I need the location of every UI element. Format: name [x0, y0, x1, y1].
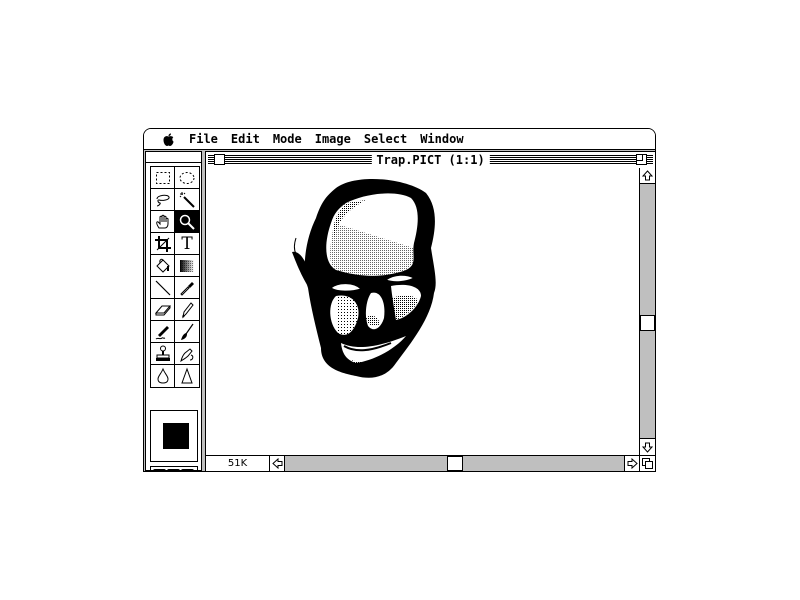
foreground-color-swatch[interactable]: [163, 423, 189, 449]
window-mode-icon: [154, 470, 165, 472]
blur-drop-icon: [156, 367, 169, 384]
menu-window[interactable]: Window: [420, 132, 463, 146]
horizontal-scroll-thumb[interactable]: [447, 456, 463, 471]
close-box-button[interactable]: [214, 154, 225, 165]
grow-box-button[interactable]: [639, 456, 655, 471]
tool-airbrush[interactable]: [151, 321, 175, 343]
tool-crop[interactable]: [151, 233, 175, 255]
airbrush-icon: [155, 325, 169, 339]
horizontal-scroll-track[interactable]: [285, 456, 624, 471]
tool-eraser[interactable]: [151, 299, 175, 321]
menu-bar: File Edit Mode Image Select Window: [144, 129, 655, 150]
eyedropper-icon: [180, 281, 194, 296]
vertical-scroll-track[interactable]: [640, 183, 655, 439]
eraser-icon: [154, 305, 171, 315]
tool-type[interactable]: T: [175, 233, 199, 255]
screen-mode-full-button[interactable]: [181, 469, 194, 471]
apple-icon[interactable]: [162, 132, 175, 146]
line-icon: [155, 280, 170, 295]
tool-gradient[interactable]: [175, 255, 199, 277]
menu-image[interactable]: Image: [315, 132, 351, 146]
document-title: Trap.PICT (1:1): [371, 152, 490, 168]
gradient-icon: [180, 259, 194, 272]
face-artwork: [292, 178, 436, 378]
scroll-up-button[interactable]: [640, 168, 655, 183]
tool-hand[interactable]: [151, 211, 175, 233]
tool-paintbrush[interactable]: [175, 321, 199, 343]
color-selector: [150, 410, 198, 462]
menu-select[interactable]: Select: [364, 132, 407, 146]
tool-paint-bucket[interactable]: [151, 255, 175, 277]
stamp-icon: [155, 345, 170, 361]
smudge-icon: [180, 347, 194, 362]
tool-zoom[interactable]: [175, 211, 199, 233]
menu-file[interactable]: File: [189, 132, 218, 146]
tool-sharpen[interactable]: [175, 365, 199, 387]
tool-lasso[interactable]: [151, 189, 175, 211]
vertical-scrollbar[interactable]: [639, 168, 655, 455]
tool-pencil[interactable]: [175, 299, 199, 321]
tool-rectangular-marquee[interactable]: [151, 167, 175, 189]
vertical-scroll-thumb[interactable]: [640, 315, 655, 331]
arrow-down-icon: [642, 442, 653, 453]
type-icon: T: [181, 233, 193, 254]
scroll-left-button[interactable]: [270, 456, 285, 471]
hand-icon: [155, 214, 168, 228]
tool-blur[interactable]: [151, 365, 175, 387]
scroll-right-button[interactable]: [624, 456, 639, 471]
sharpen-icon: [181, 367, 193, 384]
arrow-up-icon: [642, 170, 653, 181]
screen-mode-standard-button[interactable]: [153, 469, 166, 472]
tool-elliptical-marquee[interactable]: [175, 167, 199, 189]
magnifier-icon: [179, 214, 195, 230]
image-canvas[interactable]: [206, 168, 640, 455]
paintbrush-icon: [181, 323, 194, 340]
horizontal-scroll-row: 51K: [206, 455, 655, 471]
marquee-rect-icon: [155, 171, 170, 184]
scroll-down-button[interactable]: [640, 440, 655, 455]
toolbox-title-bar[interactable]: [146, 152, 201, 163]
arrow-right-icon: [627, 458, 638, 469]
screen-mode-selector: [150, 466, 198, 472]
document-window: Trap.PICT (1:1) 51K: [205, 151, 655, 471]
crop-icon: [154, 235, 171, 252]
zoom-box-button[interactable]: [636, 154, 647, 165]
screen-mode-full-menubar-button[interactable]: [167, 469, 180, 471]
tool-smudge[interactable]: [175, 343, 199, 365]
tool-grid: T: [150, 166, 200, 388]
tool-line[interactable]: [151, 277, 175, 299]
menu-mode[interactable]: Mode: [273, 132, 302, 146]
resize-icon: [642, 458, 653, 469]
tool-eyedropper[interactable]: [175, 277, 199, 299]
toolbox-palette: T: [145, 151, 202, 471]
pencil-icon: [182, 301, 194, 319]
lasso-icon: [156, 194, 170, 206]
paint-bucket-icon: [155, 258, 170, 273]
magic-wand-icon: [179, 191, 195, 208]
memory-indicator: 51K: [206, 456, 270, 471]
menu-edit[interactable]: Edit: [231, 132, 260, 146]
marquee-ellipse-icon: [179, 171, 195, 184]
document-title-bar[interactable]: Trap.PICT (1:1): [206, 152, 655, 169]
arrow-left-icon: [271, 458, 282, 469]
mac-screen: File Edit Mode Image Select Window T Tra…: [143, 128, 656, 472]
tool-magic-wand[interactable]: [175, 189, 199, 211]
tool-rubber-stamp[interactable]: [151, 343, 175, 365]
